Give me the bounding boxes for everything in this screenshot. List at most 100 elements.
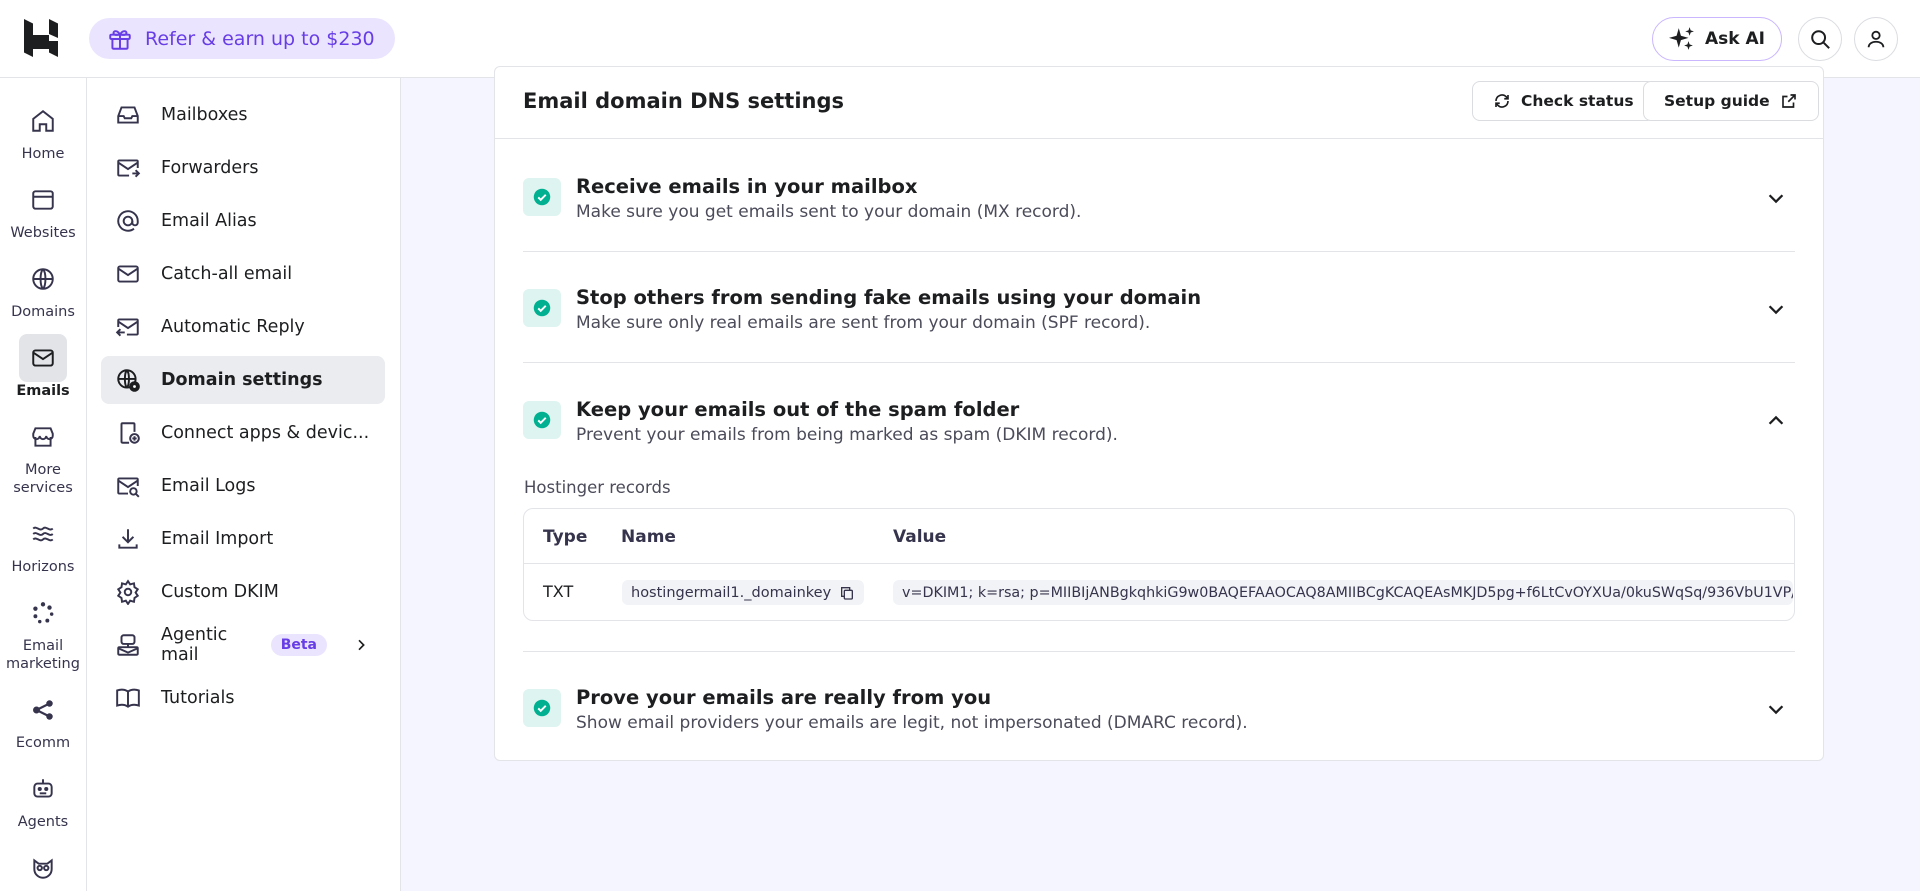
status-check <box>523 178 561 216</box>
setup-guide-label: Setup guide <box>1664 92 1770 110</box>
refer-earn-button[interactable]: Refer & earn up to $230 <box>89 18 395 59</box>
section-title: Keep your emails out of the spam folder <box>576 398 1020 421</box>
rail-label: Agents <box>17 814 69 830</box>
setup-guide-button[interactable]: Setup guide <box>1643 81 1819 121</box>
rail-item-emails[interactable]: Emails <box>0 334 86 400</box>
globe-settings-icon <box>117 369 140 392</box>
rail-item-agents[interactable]: Agents <box>0 765 86 831</box>
email-sub-navigation: Mailboxes Forwarders Email Alias Catch-a… <box>87 78 401 891</box>
inbox-icon <box>117 106 139 124</box>
check-circle-icon <box>533 188 551 206</box>
section-description: Show email providers your emails are leg… <box>576 713 1248 733</box>
chevron-down-icon[interactable] <box>1765 698 1787 720</box>
chevron-down-icon[interactable] <box>1765 187 1787 209</box>
copy-icon[interactable] <box>839 585 855 601</box>
rail-item-more[interactable] <box>0 844 86 891</box>
record-value-chip[interactable]: v=DKIM1; k=rsa; p=MIIBIjANBgkqhkiG9w0BAQ… <box>893 580 1793 605</box>
ai-sparkle-icon <box>1669 27 1694 50</box>
nav-item-forwarders[interactable]: Forwarders <box>101 144 385 192</box>
refresh-icon <box>1495 94 1509 108</box>
beta-badge: Beta <box>270 634 327 656</box>
download-icon <box>118 529 138 549</box>
nav-item-agentic-mail[interactable]: Agentic mail Beta <box>101 621 385 669</box>
section-title: Prove your emails are really from you <box>576 686 992 709</box>
book-icon <box>116 688 140 708</box>
nav-item-domain-settings[interactable]: Domain settings <box>101 356 385 404</box>
section-dkim[interactable]: Keep your emails out of the spam folder … <box>523 398 1795 458</box>
rail-item-horizons[interactable]: Horizons <box>0 510 86 576</box>
sparkle-icon <box>33 602 54 624</box>
check-circle-icon <box>533 299 551 317</box>
device-icon <box>120 422 140 444</box>
nav-label: Email Logs <box>161 476 256 496</box>
check-circle-icon <box>533 411 551 429</box>
envelope-icon <box>117 265 139 283</box>
column-header-type: Type <box>543 527 588 547</box>
section-divider <box>523 362 1795 363</box>
nav-item-email-alias[interactable]: Email Alias <box>101 197 385 245</box>
section-title: Stop others from sending fake emails usi… <box>576 286 1202 309</box>
column-header-value: Value <box>893 527 947 547</box>
nav-label: Mailboxes <box>161 105 248 125</box>
chevron-up-icon[interactable] <box>1765 410 1787 432</box>
reply-mail-icon <box>115 318 139 337</box>
rail-label: Email marketing <box>6 638 80 673</box>
section-title: Receive emails in your mailbox <box>576 175 918 198</box>
nav-item-mailboxes[interactable]: Mailboxes <box>101 91 385 139</box>
rail-label: Domains <box>11 304 75 320</box>
check-status-button[interactable]: Check status <box>1472 81 1655 121</box>
search-icon <box>1811 30 1830 49</box>
rail-item-home[interactable]: Home <box>0 97 86 163</box>
nav-label: Email Import <box>161 529 274 549</box>
account-button[interactable] <box>1854 17 1898 61</box>
section-dmarc[interactable]: Prove your emails are really from you Sh… <box>523 686 1795 746</box>
dns-records-table: Type Name Value TXT hostingermail1._doma… <box>523 508 1795 621</box>
page-title: Email domain DNS settings <box>523 89 845 113</box>
check-circle-icon <box>533 699 551 717</box>
nav-label: Custom DKIM <box>161 582 279 602</box>
section-divider <box>523 251 1795 252</box>
section-mx[interactable]: Receive emails in your mailbox Make sure… <box>523 175 1795 235</box>
browser-icon <box>32 190 54 210</box>
nav-label: Tutorials <box>161 688 235 708</box>
user-icon <box>1867 30 1885 48</box>
nav-label: Automatic Reply <box>161 317 305 337</box>
section-divider <box>523 651 1795 652</box>
forward-mail-icon <box>117 159 141 178</box>
home-icon <box>32 110 54 132</box>
share-icon <box>33 700 53 720</box>
rail-item-websites[interactable]: Websites <box>0 176 86 242</box>
at-icon <box>117 210 139 232</box>
globe-icon <box>32 268 54 290</box>
column-header-name: Name <box>621 527 676 547</box>
nav-item-connect-apps[interactable]: Connect apps & devic... <box>101 409 385 457</box>
nav-item-tutorials[interactable]: Tutorials <box>101 674 385 722</box>
search-button[interactable] <box>1798 17 1842 61</box>
record-name: hostingermail1._domainkey <box>631 584 832 601</box>
nav-item-custom-dkim[interactable]: Custom DKIM <box>101 568 385 616</box>
rail-item-ecomm[interactable]: Ecomm <box>0 686 86 752</box>
rail-item-domains[interactable]: Domains <box>0 255 86 321</box>
gear-icon <box>116 579 140 605</box>
section-description: Prevent your emails from being marked as… <box>576 425 1118 445</box>
status-check <box>523 289 561 327</box>
nav-item-catch-all[interactable]: Catch-all email <box>101 250 385 298</box>
horizons-icon <box>32 526 54 542</box>
nav-item-automatic-reply[interactable]: Automatic Reply <box>101 303 385 351</box>
robot-icon <box>33 779 53 798</box>
rail-item-email-marketing[interactable]: Email marketing <box>0 589 86 673</box>
section-description: Make sure you get emails sent to your do… <box>576 202 1082 222</box>
chevron-down-icon[interactable] <box>1765 298 1787 320</box>
record-name-chip[interactable]: hostingermail1._domainkey <box>622 580 865 605</box>
ask-ai-button[interactable]: Ask AI <box>1652 17 1782 61</box>
gift-icon <box>109 29 131 50</box>
nav-item-email-import[interactable]: Email Import <box>101 515 385 563</box>
status-check <box>523 401 561 439</box>
hostinger-logo[interactable] <box>24 19 58 57</box>
nav-item-email-logs[interactable]: Email Logs <box>101 462 385 510</box>
rail-label: Websites <box>10 225 76 241</box>
external-link-icon <box>1781 94 1796 108</box>
rail-item-more-services[interactable]: More services <box>0 413 86 497</box>
section-spf[interactable]: Stop others from sending fake emails usi… <box>523 286 1795 346</box>
section-description: Make sure only real emails are sent from… <box>576 313 1151 333</box>
